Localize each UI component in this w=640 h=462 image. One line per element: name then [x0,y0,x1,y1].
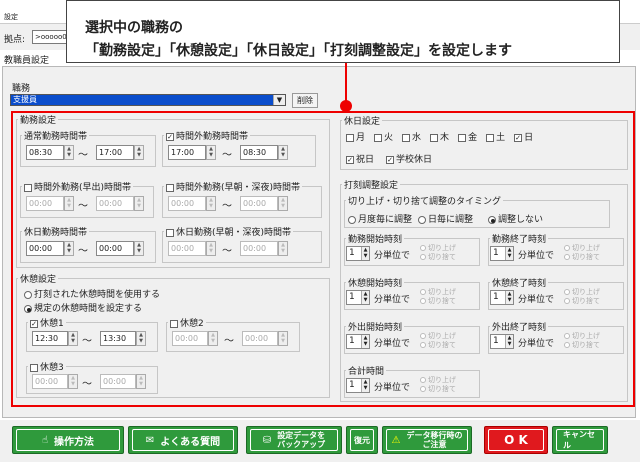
job-select-value: 支援員 [11,95,273,105]
ok-text: O K [504,433,528,447]
faq-text: よくある質問 [160,436,221,448]
job-label: 職務 [12,84,31,94]
hand-icon: ☝ [41,434,49,446]
migrate-button[interactable]: ⚠ データ移行時の ご注意 [382,426,472,454]
backup-text: 設定データを バックアップ [277,431,326,449]
manual-text: 操作方法 [54,436,95,448]
backup-button[interactable]: ⛁ 設定データを バックアップ [246,426,342,454]
highlight-frame [11,111,635,407]
chevron-down-icon[interactable]: ▼ [273,95,285,105]
callout-box: 選択中の職務の 「勤務設定」「休憩設定」「休日設定」「打刻調整設定」を設定します [66,0,620,63]
manual-button[interactable]: ☝ 操作方法 [12,426,124,454]
warning-icon: ⚠ [391,434,401,446]
migrate-text: データ移行時の ご注意 [406,431,463,449]
faq-button[interactable]: ✉ よくある質問 [128,426,238,454]
restore-button[interactable]: 復元 [346,426,378,454]
job-select[interactable]: 支援員 ▼ [10,94,286,106]
callout-line1: 選択中の職務の [85,20,183,36]
delete-button[interactable]: 削除 [292,93,318,108]
cancel-button[interactable]: キャンセル [552,426,608,454]
callout-line2: 「勤務設定」「休憩設定」「休日設定」「打刻調整設定」を設定します [85,43,512,59]
callout-line [345,63,347,105]
cancel-text: キャンセル [563,430,595,450]
callout-dot [340,100,352,112]
base-label: 拠点: [4,35,26,45]
window-title: 設定 [4,13,18,21]
save-icon: ⛁ [262,434,272,446]
ok-button[interactable]: O K [484,426,548,454]
chat-icon: ✉ [145,434,155,446]
restore-text: 復元 [354,435,370,445]
